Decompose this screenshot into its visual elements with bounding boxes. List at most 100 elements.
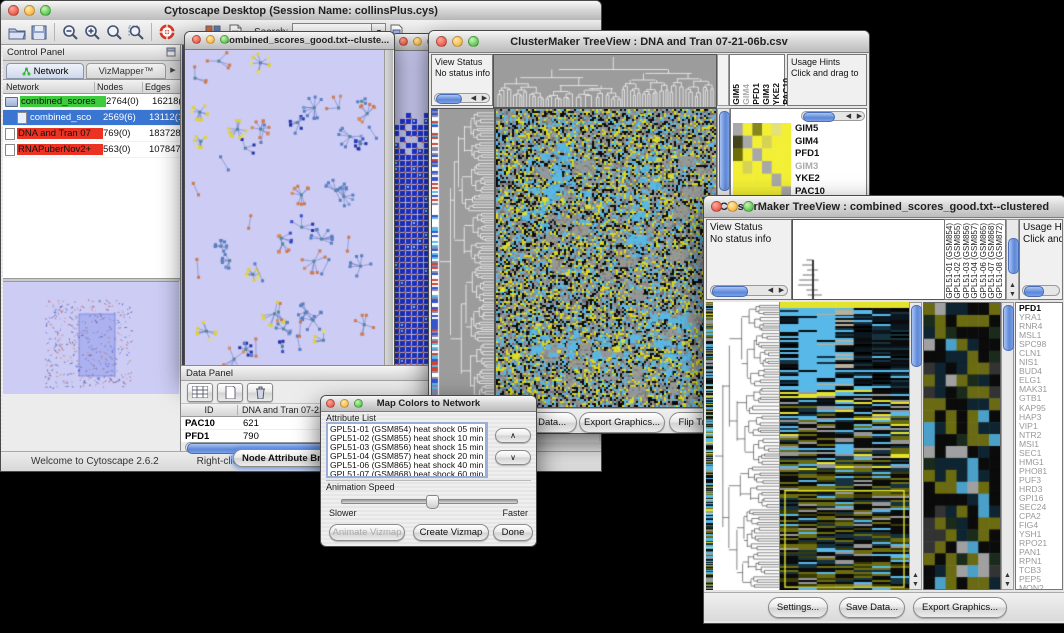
treeview1-title-bar[interactable]: ClusterMaker TreeView : DNA and Tran 07-… — [429, 31, 869, 53]
zoom-button[interactable] — [40, 5, 51, 16]
col-network[interactable]: Network — [3, 82, 95, 92]
tv2-button-2[interactable]: Export Graphics... — [913, 597, 1007, 618]
tv2-heatmap-vscrollbar[interactable]: ▲ ▼ — [909, 302, 922, 590]
scroll-right-icon[interactable]: ▶ — [854, 113, 865, 120]
close-button[interactable] — [8, 5, 19, 16]
float-panel-icon[interactable] — [166, 44, 176, 62]
zoom-button[interactable] — [354, 399, 363, 408]
zoom-button[interactable] — [468, 36, 479, 47]
slider-thumb[interactable] — [426, 495, 439, 509]
animation-speed-slider[interactable] — [341, 499, 518, 504]
tab-overflow-arrow[interactable]: ▶ — [166, 61, 180, 79]
scroll-up-icon[interactable]: ▲ — [910, 572, 921, 579]
scroll-right-icon[interactable]: ▶ — [479, 95, 490, 102]
move-down-button[interactable]: ∨ — [495, 450, 531, 465]
scroll-down-icon[interactable]: ▼ — [1007, 291, 1018, 298]
main-title-bar[interactable]: Cytoscape Desktop (Session Name: collins… — [1, 1, 601, 21]
tv2-column-label[interactable]: GPL51-04 (GSM857) — [971, 223, 979, 299]
scroll-right-icon[interactable]: ▶ — [776, 287, 787, 294]
tv1-zoom-label[interactable]: YKE2 — [795, 173, 825, 186]
hscroll-thumb[interactable] — [803, 112, 835, 122]
treeview2-title-bar[interactable]: ClusterMaker TreeView : combined_scores_… — [704, 196, 1064, 218]
hscroll-thumb[interactable] — [436, 94, 462, 104]
attribute-listbox[interactable]: GPL51-01 (GSM854) heat shock 05 minGPL51… — [326, 422, 488, 478]
close-button[interactable] — [326, 399, 335, 408]
vscroll-thumb[interactable] — [911, 305, 922, 367]
attribute-list-item[interactable]: GPL51-07 (GSM868) heat shock 60 min — [330, 470, 483, 478]
network-canvas[interactable] — [185, 50, 384, 375]
done-button[interactable]: Done — [493, 524, 533, 541]
network-title-bar[interactable]: combined_scores_good.txt--cluste... — [185, 32, 394, 50]
tv1-column-label[interactable]: YKE2 — [772, 83, 781, 105]
network-table-row[interactable]: combined_sco2569(6)13112(15) — [3, 110, 180, 126]
tv1-column-label[interactable]: GIM4 — [742, 84, 751, 105]
scroll-up-icon[interactable]: ▲ — [485, 461, 488, 468]
zoom-out-icon[interactable] — [59, 22, 81, 42]
col-edges[interactable]: Edges — [143, 82, 180, 92]
minimize-button[interactable] — [727, 201, 738, 212]
scroll-left-icon[interactable]: ◀ — [765, 287, 776, 294]
zoom-selected-icon[interactable] — [125, 22, 147, 42]
tv2-column-label[interactable]: GPL51-08 (GSM872) — [996, 223, 1004, 299]
tv2-heatmap[interactable] — [780, 302, 909, 590]
minimize-button[interactable] — [413, 37, 422, 46]
select-attributes-icon[interactable] — [187, 383, 213, 402]
dialog-title-bar[interactable]: Map Colors to Network — [321, 396, 536, 412]
scroll-up-icon[interactable]: ▲ — [1002, 572, 1013, 579]
gene-label[interactable]: MON2 — [1019, 584, 1062, 590]
tv1-zoom-label[interactable]: GIM5 — [795, 123, 825, 136]
scroll-down-icon[interactable]: ▼ — [1002, 581, 1013, 588]
vscroll-thumb[interactable] — [487, 425, 488, 453]
tv2-usage-hscroll[interactable] — [1022, 285, 1060, 296]
help-lifering-icon[interactable] — [156, 22, 178, 42]
minimize-button[interactable] — [340, 399, 349, 408]
tv1-zoom-hscroll[interactable]: ◀▶ — [801, 111, 865, 121]
tv2-column-dendrogram[interactable] — [792, 219, 946, 300]
close-button[interactable] — [399, 37, 408, 46]
col-nodes[interactable]: Nodes — [95, 82, 143, 92]
animate-vizmap-button[interactable]: Animate Vizmap — [329, 524, 405, 541]
scroll-down-icon[interactable]: ▼ — [910, 581, 921, 588]
tv1-zoom-heatmap[interactable] — [733, 123, 791, 199]
vscroll-thumb[interactable] — [719, 111, 730, 191]
hscroll-thumb[interactable] — [1024, 286, 1044, 297]
network-table-row[interactable]: DNA and Tran 07769(0)183728(0) — [3, 126, 180, 142]
scroll-up-icon[interactable]: ▲ — [1007, 282, 1018, 289]
attribute-list-vscrollbar[interactable]: ▲ ▼ — [485, 424, 486, 476]
close-button[interactable] — [192, 35, 201, 44]
scroll-left-icon[interactable]: ◀ — [843, 113, 854, 120]
tv1-status-hscroll[interactable]: ◀▶ — [434, 93, 490, 103]
tv1-column-dendrogram[interactable] — [493, 54, 717, 108]
tv2-button-1[interactable]: Save Data... — [839, 597, 905, 618]
tv1-zoom-label[interactable]: PFD1 — [795, 148, 825, 161]
birdseye-overview[interactable] — [3, 281, 179, 394]
minimize-button[interactable] — [24, 5, 35, 16]
tv2-row-dendrogram[interactable] — [713, 302, 780, 590]
tab-network[interactable]: Network — [6, 63, 84, 79]
tv2-zoom-vscrollbar[interactable]: ▲ ▼ — [1001, 302, 1014, 590]
tv1-heatmap[interactable] — [495, 108, 717, 408]
open-file-icon[interactable] — [6, 22, 28, 42]
scroll-left-icon[interactable]: ◀ — [468, 95, 479, 102]
scroll-down-icon[interactable]: ▼ — [485, 469, 488, 476]
zoom-fit-icon[interactable] — [103, 22, 125, 42]
zoom-in-icon[interactable] — [81, 22, 103, 42]
tv1-column-label[interactable]: GIM3 — [762, 84, 771, 105]
network-table-row[interactable]: combined_scores2764(0)16218(0) — [3, 94, 180, 110]
network-vscrollbar[interactable] — [384, 50, 393, 375]
zoom-button[interactable] — [220, 35, 229, 44]
tv2-labels-vscrollbar[interactable]: ▲ ▼ — [1006, 219, 1019, 300]
move-up-button[interactable]: ∧ — [495, 428, 531, 443]
save-icon[interactable] — [28, 22, 50, 42]
data-col-id[interactable]: ID — [181, 405, 238, 415]
tv2-global-overview-strip[interactable] — [706, 302, 713, 590]
close-button[interactable] — [711, 201, 722, 212]
tv2-zoom-heatmap[interactable] — [923, 302, 1001, 590]
vscroll-thumb[interactable] — [1003, 305, 1014, 351]
vscroll-thumb[interactable] — [1008, 238, 1019, 274]
tv1-column-label[interactable]: GIM5 — [732, 84, 741, 105]
tv1-row-dendrogram[interactable] — [431, 108, 495, 408]
tv2-button-0[interactable]: Settings... — [768, 597, 828, 618]
minimize-button[interactable] — [452, 36, 463, 47]
close-button[interactable] — [436, 36, 447, 47]
